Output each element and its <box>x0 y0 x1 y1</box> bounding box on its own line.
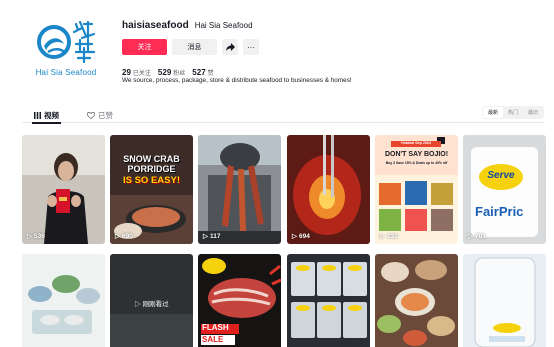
video-card[interactable]: ▷ 536 <box>22 135 105 244</box>
more-button[interactable]: ··· <box>243 39 259 55</box>
bio: We source, process, package, store & dis… <box>122 77 352 84</box>
view-count-number: 701 <box>475 232 486 240</box>
view-count-number: 690 <box>122 232 133 240</box>
tab-liked[interactable]: 已赞 <box>87 108 113 122</box>
sort-toggle: 最新 热门 最旧 <box>481 106 544 119</box>
sort-latest[interactable]: 最新 <box>482 107 503 118</box>
view-count: ▷ 536 <box>27 232 45 241</box>
tab-videos-label: 视频 <box>44 110 59 120</box>
play-icon: ▷ <box>468 233 473 240</box>
play-icon: ▷ <box>203 233 208 240</box>
avatar[interactable] <box>32 18 112 88</box>
video-card[interactable] <box>22 254 105 347</box>
video-thumbnail <box>110 135 193 244</box>
video-caption-line-2: DON'T SAY BOJIO! <box>384 151 449 158</box>
view-count-number: 132 <box>387 232 398 240</box>
video-card[interactable]: Serve FairPric ▷ 701 <box>463 135 546 244</box>
video-thumbnail <box>22 135 105 244</box>
video-caption-line-3: IS SO EASY! <box>122 175 180 186</box>
video-caption-line-1: Hotdeal Sep 2024 <box>391 141 441 147</box>
video-thumbnail <box>198 135 281 244</box>
profile-header: Hai Sia Seafood haisiaseafood Hai Sia Se… <box>22 12 542 102</box>
liked-lock-icon <box>87 111 95 119</box>
view-count: ▷ 690 <box>115 232 133 241</box>
view-count-number: 117 <box>210 232 221 240</box>
share-button[interactable] <box>222 39 238 55</box>
following-count: 29 <box>122 68 131 77</box>
video-card[interactable]: ▷ 117 <box>198 135 281 244</box>
tab-liked-label: 已赞 <box>98 110 113 120</box>
play-icon: ▷ <box>292 233 297 240</box>
video-caption-line-2: PORRIDGE <box>127 164 176 174</box>
play-icon: ▷ <box>115 233 120 240</box>
video-card[interactable]: FLASH SALE <box>198 254 281 347</box>
video-grid: ▷ 536 SNOW CRAB PORRIDGE IS SO EASY! ▷ 690… <box>22 135 546 347</box>
video-card[interactable] <box>375 254 458 347</box>
video-card[interactable]: ▷ 刚刚看过 <box>110 254 193 347</box>
view-count: ▷ 701 <box>468 232 486 241</box>
video-caption-line-1: SNOW CRAB <box>123 154 180 164</box>
video-card[interactable]: ▷ 694 <box>287 135 370 244</box>
tab-videos[interactable]: 视频 <box>32 108 61 124</box>
video-thumbnail <box>22 254 105 347</box>
video-thumbnail <box>287 254 370 347</box>
follow-button[interactable]: 关注 <box>122 39 167 55</box>
grid-icon <box>34 111 41 119</box>
flash-sale-line-2: SALE <box>202 335 224 344</box>
video-caption-line-3: Buy 3 Save 15% & Deals up to 40% off <box>385 161 448 165</box>
recently-watched-overlay: ▷ 刚刚看过 <box>110 301 193 309</box>
message-button[interactable]: 消息 <box>172 39 217 55</box>
flash-sale-line-1: FLASH <box>202 323 229 332</box>
video-card[interactable] <box>287 254 370 347</box>
likes-count: 527 <box>192 68 206 77</box>
name-row: haisiaseafood Hai Sia Seafood <box>122 20 542 36</box>
sort-popular[interactable]: 热门 <box>503 107 523 118</box>
brand-name: Hai Sia Seafood <box>35 68 97 77</box>
share-icon <box>225 43 235 51</box>
play-icon: ▷ <box>380 233 385 240</box>
stats-row: 29 已关注 529 粉丝 527 赞 <box>122 62 542 77</box>
recently-watched-label: 刚刚看过 <box>142 301 169 308</box>
video-card[interactable]: SNOW CRAB PORRIDGE IS SO EASY! ▷ 690 <box>110 135 193 244</box>
view-count: ▷ 132 <box>380 232 398 241</box>
profile-info: haisiaseafood Hai Sia Seafood 关注 消息 ··· … <box>122 20 542 84</box>
action-buttons: 关注 消息 ··· <box>122 39 542 55</box>
video-thumbnail <box>375 254 458 347</box>
video-thumbnail <box>287 135 370 244</box>
brand-serve-text: Serve <box>487 170 515 181</box>
view-count-number: 694 <box>299 232 310 240</box>
video-thumbnail <box>198 254 281 347</box>
play-icon: ▷ <box>27 233 32 240</box>
username: haisiaseafood <box>122 20 189 31</box>
nickname: Hai Sia Seafood <box>194 21 253 30</box>
logo-icon <box>37 20 96 64</box>
play-icon: ▷ <box>134 301 143 308</box>
view-count: ▷ 694 <box>292 232 310 241</box>
video-thumbnail <box>463 135 546 244</box>
brand-fairprice-text: FairPric <box>475 204 524 219</box>
sort-oldest[interactable]: 最旧 <box>523 107 543 118</box>
view-count: ▷ 117 <box>203 232 221 241</box>
video-thumbnail <box>463 254 546 347</box>
followers-count: 529 <box>157 68 172 77</box>
view-count-number: 536 <box>34 232 45 240</box>
tab-bar: 视频 已赞 最新 热门 最旧 <box>22 106 544 124</box>
video-card[interactable] <box>463 254 546 347</box>
video-card[interactable]: Hotdeal Sep 2024 DON'T SAY BOJIO! Buy 3 … <box>375 135 458 244</box>
